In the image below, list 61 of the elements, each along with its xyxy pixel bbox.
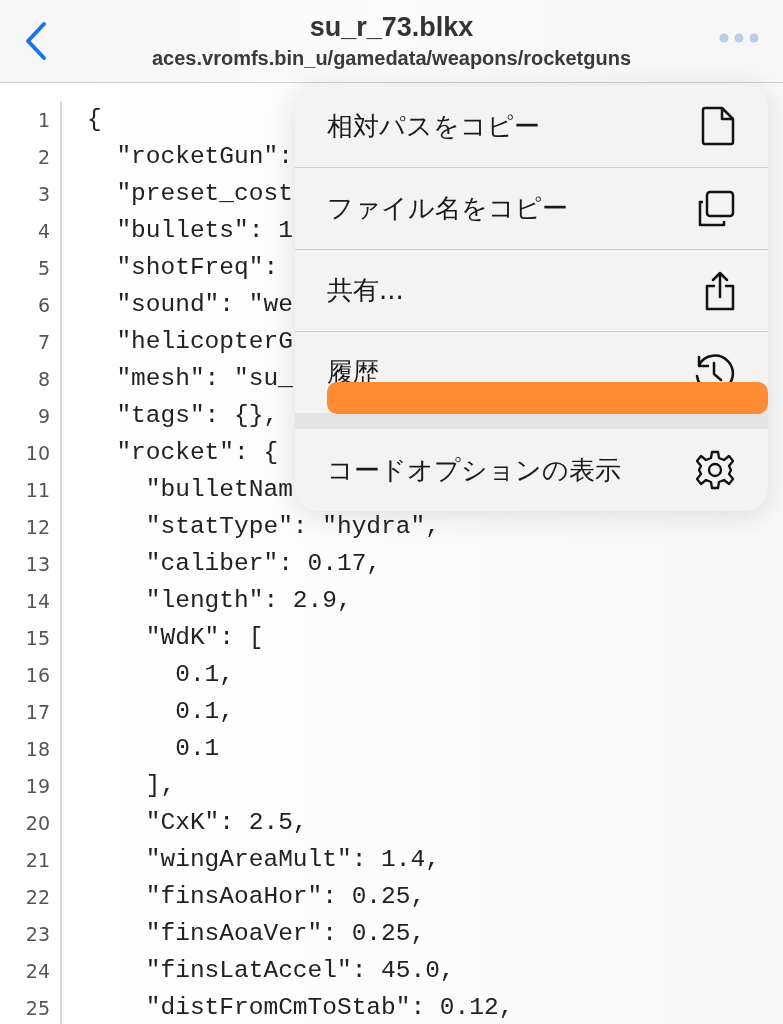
line-number: 20 bbox=[24, 811, 50, 834]
line-number: 6 bbox=[36, 293, 50, 316]
line-number: 23 bbox=[24, 922, 50, 945]
code-line: 0.1 bbox=[174, 735, 220, 762]
code-line: "finsLatAccel": 45.0, bbox=[144, 957, 455, 984]
code-line: "shotFreq": bbox=[115, 254, 279, 281]
line-number: 13 bbox=[24, 552, 50, 575]
line-number: 21 bbox=[24, 848, 50, 871]
line-number: 19 bbox=[24, 774, 50, 797]
share-icon bbox=[704, 269, 736, 312]
code-line: "statType": "hydra", bbox=[144, 513, 440, 540]
line-number: 7 bbox=[36, 330, 50, 353]
line-number: 10 bbox=[24, 441, 50, 464]
code-line: 0.1, bbox=[174, 661, 235, 688]
menu-item[interactable]: ファイル名をコピー bbox=[295, 167, 768, 249]
code-line: "bullets": 1 bbox=[115, 217, 293, 244]
code-line: "length": 2.9, bbox=[144, 587, 352, 614]
code-line: "tags": {}, bbox=[115, 402, 279, 429]
code-line: "finsAoaVer": 0.25, bbox=[144, 920, 426, 947]
line-number: 11 bbox=[24, 478, 50, 501]
code-line: "WdK": [ bbox=[144, 624, 264, 651]
code-line: "mesh": "su_ bbox=[115, 365, 293, 392]
code-line: { bbox=[87, 106, 102, 133]
code-line: "helicopterG bbox=[115, 328, 293, 355]
menu-item[interactable]: 共有... bbox=[295, 249, 768, 331]
line-number: 17 bbox=[24, 700, 50, 723]
menu-item[interactable]: コードオプションの表示 bbox=[295, 429, 768, 511]
code-line: "caliber": 0.17, bbox=[144, 550, 382, 577]
menu-item[interactable]: 相対パスをコピー bbox=[295, 85, 768, 167]
line-number: 16 bbox=[24, 663, 50, 686]
line-number: 15 bbox=[24, 626, 50, 649]
line-number: 12 bbox=[24, 515, 50, 538]
settings-icon bbox=[694, 449, 736, 491]
document-icon bbox=[700, 106, 736, 146]
line-number: 22 bbox=[24, 885, 50, 908]
code-line: ], bbox=[144, 772, 176, 799]
line-number: 4 bbox=[36, 219, 50, 242]
line-number: 25 bbox=[24, 996, 50, 1019]
code-line: "sound": "we bbox=[115, 291, 293, 318]
line-number: 9 bbox=[36, 404, 50, 427]
code-line: "distFromCmToStab": 0.12, bbox=[144, 994, 514, 1021]
code-line: "CxK": 2.5, bbox=[144, 809, 308, 836]
copy-icon bbox=[696, 189, 736, 228]
code-line: "bulletNam bbox=[144, 476, 293, 503]
line-number: 1 bbox=[36, 108, 50, 131]
file-title: su_r_73.blkx bbox=[309, 12, 474, 43]
file-path: aces.vromfs.bin_u/gamedata/weapons/rocketguns bbox=[151, 47, 631, 70]
code-line: "wingAreaMult": 1.4, bbox=[144, 846, 440, 873]
line-number: 18 bbox=[24, 737, 50, 760]
line-number: 5 bbox=[36, 256, 50, 279]
line-number: 24 bbox=[24, 959, 50, 982]
code-line: 0.1, bbox=[174, 698, 235, 725]
code-line: "preset_cost bbox=[115, 180, 293, 207]
code-line: "rocket": { bbox=[115, 439, 279, 466]
back-icon bbox=[24, 21, 48, 61]
line-number: 8 bbox=[36, 367, 50, 390]
code-line: "finsAoaHor": 0.25, bbox=[144, 883, 426, 910]
line-number: 2 bbox=[36, 145, 50, 168]
code-line: "rocketGun": bbox=[115, 143, 293, 170]
line-number: 3 bbox=[36, 182, 50, 205]
line-number: 14 bbox=[24, 589, 50, 612]
